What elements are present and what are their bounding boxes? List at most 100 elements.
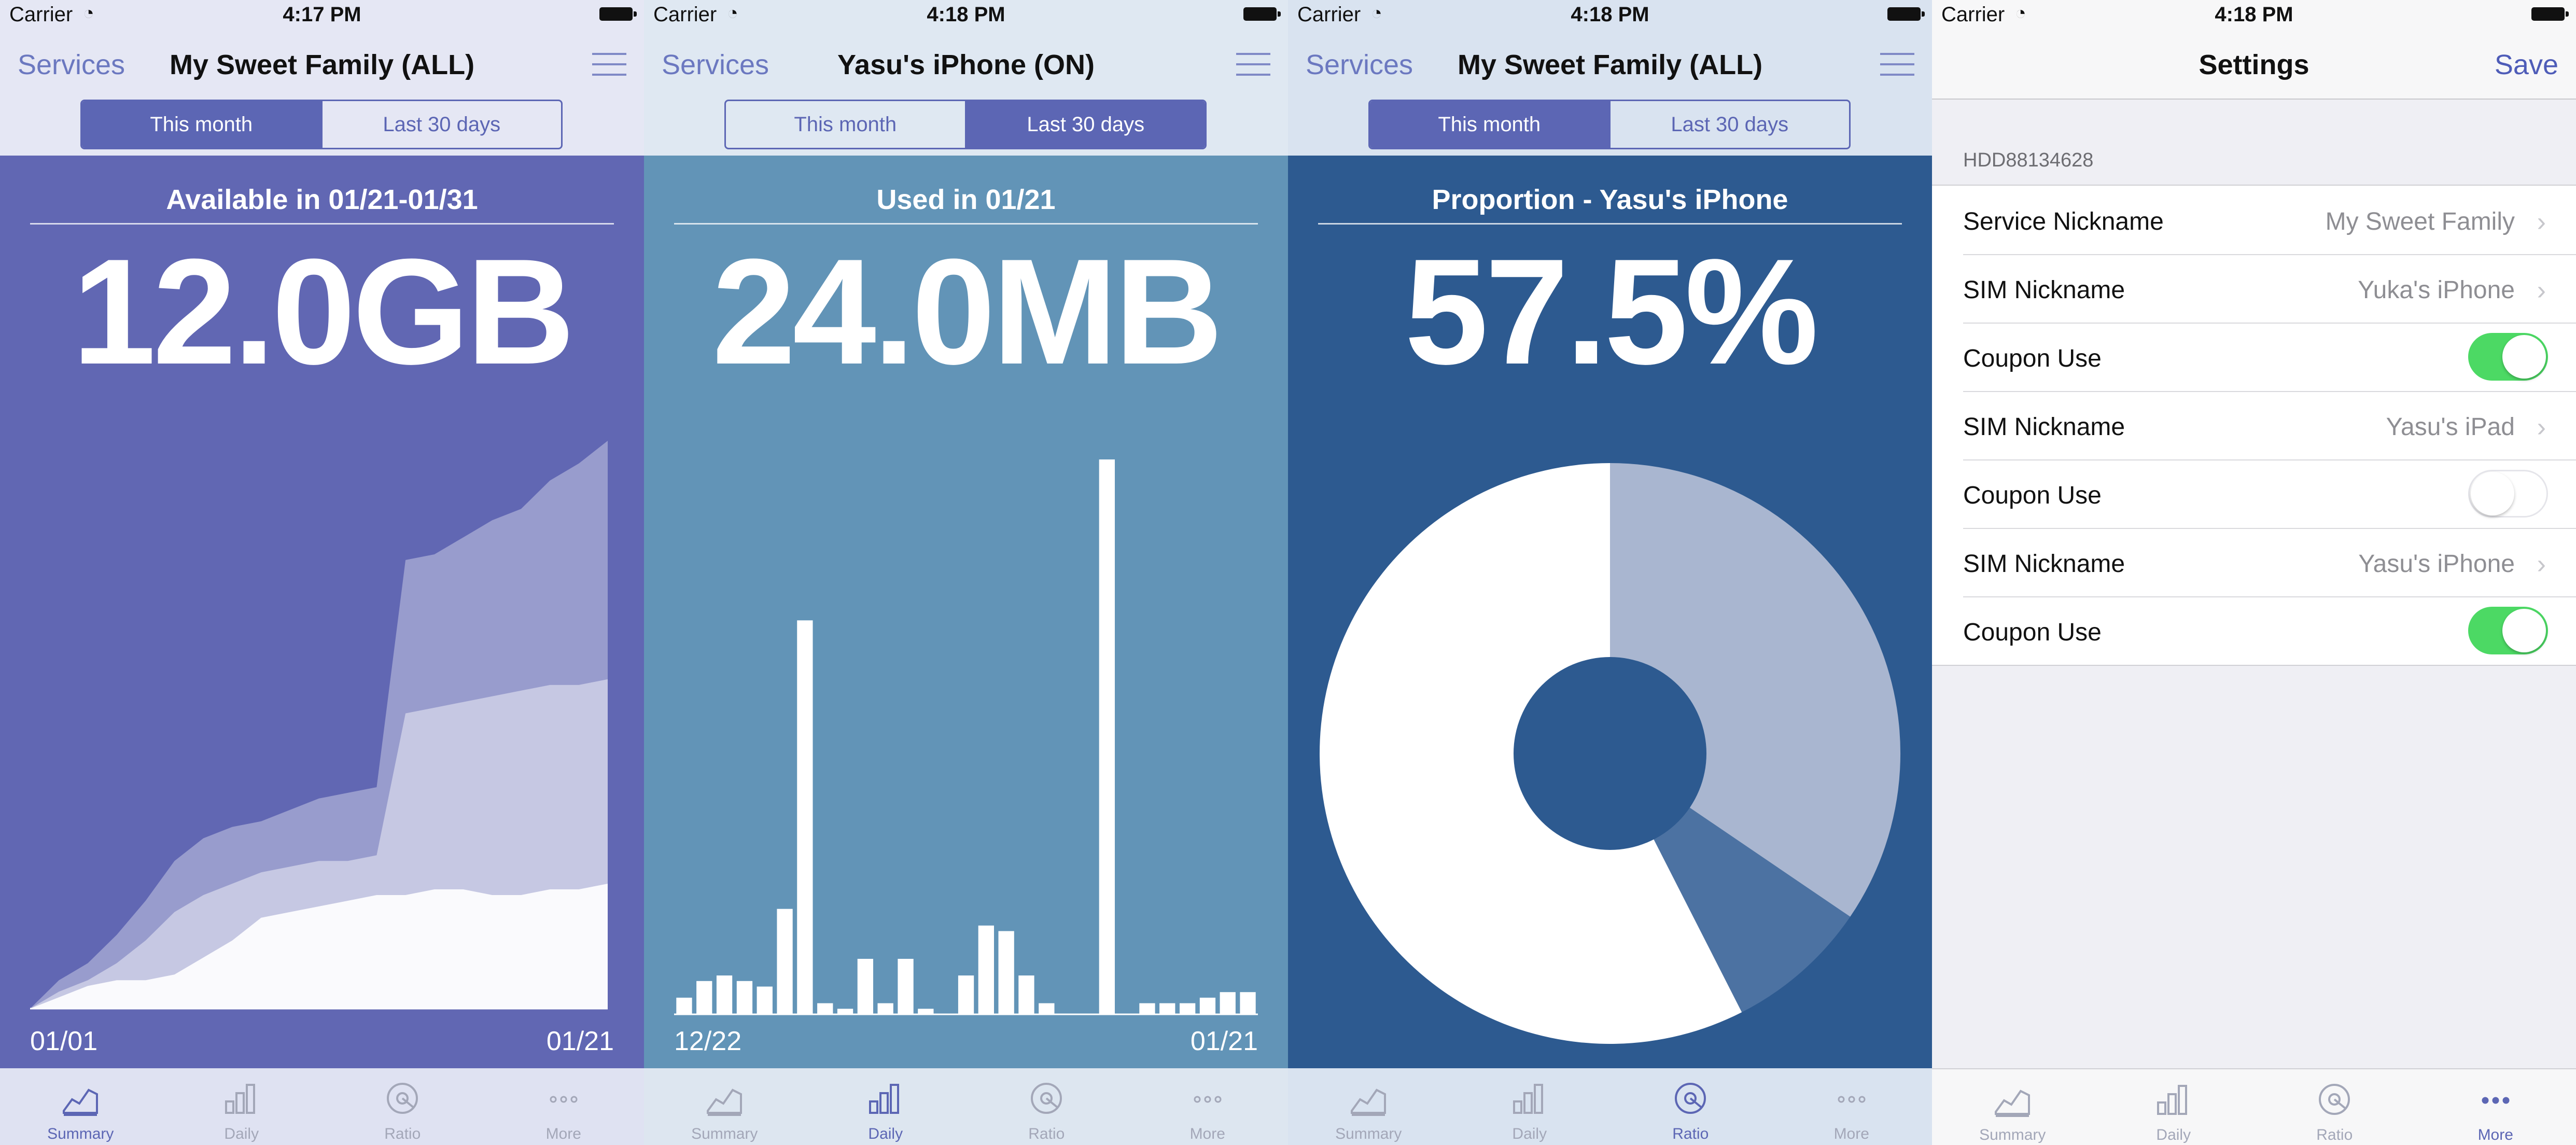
settings-row-link[interactable]: SIM Nickname Yasu's iPhone › (1932, 528, 2576, 596)
row-value: Yasu's iPhone (2358, 550, 2515, 578)
tab-more[interactable]: More (2415, 1069, 2576, 1145)
daily-bar (1240, 992, 1256, 1014)
segment-last-30-days[interactable]: Last 30 days (1608, 101, 1850, 148)
screen-daily: Carrier ◔ 4:18 PM Services Yasu's iPhone… (644, 0, 1288, 1145)
daily-bar-icon (869, 1084, 899, 1114)
more-dots-icon (2482, 1097, 2510, 1104)
x-axis-end-label: 01/21 (1190, 1026, 1258, 1056)
chevron-right-icon: › (2537, 207, 2546, 237)
daily-bar (1139, 1003, 1155, 1014)
tab-more[interactable]: More (1127, 1068, 1289, 1145)
status-time: 4:17 PM (283, 3, 361, 26)
tab-bar: Summary Daily Ratio More (0, 1068, 644, 1145)
daily-bar (1220, 992, 1236, 1014)
daily-panel: Used in 01/21 24.0MB 12/22 01/21 (644, 156, 1288, 1068)
segment-this-month[interactable]: This month (1370, 101, 1609, 148)
daily-bar (918, 1009, 934, 1014)
row-value: Yuka's iPhone (2358, 276, 2515, 304)
daily-bar (877, 1003, 893, 1014)
menu-icon[interactable] (1880, 53, 1914, 78)
tab-label: More (2477, 1126, 2513, 1143)
tab-ratio[interactable]: Ratio (322, 1068, 483, 1145)
daily-bar (1159, 1003, 1175, 1014)
tab-label: Ratio (2316, 1126, 2353, 1143)
daily-bar (1180, 1003, 1196, 1014)
tab-ratio[interactable]: Ratio (966, 1068, 1127, 1145)
tab-bar: Summary Daily Ratio More (1288, 1068, 1932, 1145)
tab-ratio[interactable]: Ratio (1610, 1068, 1771, 1145)
segment-this-month[interactable]: This month (726, 101, 965, 148)
segment-this-month[interactable]: This month (82, 101, 321, 148)
row-label: Coupon Use (1963, 345, 2102, 372)
status-time: 4:18 PM (1571, 3, 1649, 26)
daily-bar (998, 931, 1014, 1014)
row-label: Coupon Use (1963, 619, 2102, 646)
tab-daily[interactable]: Daily (1449, 1068, 1611, 1145)
screen-summary: Carrier ◔ 4:17 PM Services My Sweet Fami… (0, 0, 644, 1145)
menu-icon[interactable] (1236, 53, 1270, 78)
ratio-pie-icon (387, 1083, 418, 1114)
settings-title: Settings (2199, 49, 2309, 80)
x-axis-end-label: 01/21 (546, 1026, 614, 1056)
ratio-panel: Proportion - Yasu's iPhone 57.5% (1288, 156, 1932, 1068)
tab-ratio[interactable]: Ratio (2254, 1069, 2415, 1145)
save-button[interactable]: Save (2495, 49, 2558, 81)
menu-icon[interactable] (592, 53, 626, 78)
tab-label: Summary (1979, 1126, 2046, 1143)
summary-chart-icon (707, 1088, 743, 1116)
nav-title: Yasu's iPhone (ON) (837, 49, 1095, 80)
segment-last-30-days[interactable]: Last 30 days (320, 101, 562, 148)
tab-more[interactable]: More (483, 1068, 645, 1145)
tab-label: Daily (2156, 1126, 2191, 1143)
daily-bar (1039, 1003, 1055, 1014)
ratio-value: 57.5% (1404, 228, 1818, 396)
tab-summary[interactable]: Summary (1288, 1068, 1449, 1145)
coupon-use-toggle[interactable] (2468, 333, 2548, 381)
battery-icon (1887, 7, 1925, 21)
divider (674, 223, 1258, 225)
settings-row-link[interactable]: Service Nickname My Sweet Family › (1932, 186, 2576, 254)
screenshot-collage: Carrier ◔ 4:17 PM Services My Sweet Fami… (0, 0, 2576, 1145)
ratio-pie-icon (2319, 1084, 2350, 1115)
tab-label: Daily (868, 1125, 903, 1142)
tab-summary[interactable]: Summary (644, 1068, 805, 1145)
status-time: 4:18 PM (927, 3, 1005, 26)
daily-bar-icon (225, 1084, 255, 1114)
settings-row-link[interactable]: SIM Nickname Yuka's iPhone › (1932, 254, 2576, 323)
summary-label: Available in 01/21-01/31 (166, 184, 478, 215)
screen-settings: Carrier ◔ 4:18 PM Settings Save HDD88134… (1932, 0, 2576, 1145)
period-segmented-control: This month Last 30 days (80, 100, 563, 149)
nav-title: My Sweet Family (ALL) (1457, 49, 1763, 80)
tab-label: Ratio (1672, 1125, 1709, 1142)
divider (1318, 223, 1902, 225)
tab-daily[interactable]: Daily (161, 1068, 323, 1145)
tab-label: Summary (691, 1125, 758, 1142)
tab-more[interactable]: More (1771, 1068, 1933, 1145)
chevron-right-icon: › (2537, 549, 2546, 579)
settings-row-toggle: Coupon Use (1932, 459, 2576, 528)
tab-daily[interactable]: Daily (2093, 1069, 2255, 1145)
tab-summary[interactable]: Summary (1932, 1069, 2093, 1145)
daily-bar (1018, 975, 1034, 1014)
status-time: 4:18 PM (2215, 3, 2293, 26)
daily-bar (736, 981, 753, 1014)
more-dots-icon (1194, 1096, 1222, 1103)
tab-daily[interactable]: Daily (805, 1068, 967, 1145)
coupon-use-toggle[interactable] (2468, 470, 2548, 518)
segment-last-30-days[interactable]: Last 30 days (964, 101, 1205, 148)
tab-bar: Summary Daily Ratio More (1932, 1068, 2576, 1145)
settings-row-toggle: Coupon Use (1932, 323, 2576, 391)
tab-label: Ratio (1028, 1125, 1065, 1142)
row-value: My Sweet Family (2325, 208, 2515, 235)
coupon-use-toggle[interactable] (2468, 607, 2548, 654)
chevron-right-icon: › (2537, 275, 2546, 305)
nav-title: My Sweet Family (ALL) (169, 49, 475, 80)
summary-chart-icon (1351, 1088, 1387, 1116)
tab-summary[interactable]: Summary (0, 1068, 161, 1145)
toggle-knob (2502, 609, 2546, 652)
settings-row-link[interactable]: SIM Nickname Yasu's iPad › (1932, 391, 2576, 459)
daily-value: 24.0MB (712, 228, 1223, 396)
tab-label: Summary (47, 1125, 114, 1142)
x-axis-start-label: 12/22 (674, 1026, 742, 1056)
daily-bar-icon (2157, 1085, 2187, 1115)
